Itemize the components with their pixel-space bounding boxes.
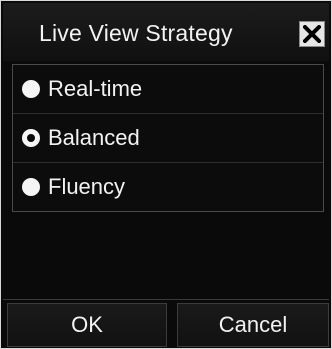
close-button[interactable] bbox=[299, 21, 325, 47]
ok-button[interactable]: OK bbox=[7, 303, 167, 347]
option-balanced[interactable]: Balanced bbox=[13, 114, 323, 163]
option-label-balanced: Balanced bbox=[48, 125, 140, 150]
dialog-titlebar: Live View Strategy bbox=[3, 3, 329, 61]
close-icon bbox=[303, 25, 321, 43]
cancel-button[interactable]: Cancel bbox=[177, 303, 329, 347]
live-view-strategy-dialog: Live View Strategy Real-time Balanced Fl… bbox=[0, 0, 332, 349]
radio-fluency[interactable] bbox=[22, 178, 40, 196]
option-label-fluency: Fluency bbox=[48, 174, 126, 199]
strategy-options: Real-time Balanced Fluency bbox=[12, 64, 324, 212]
radio-balanced[interactable] bbox=[22, 129, 40, 147]
footer-divider bbox=[3, 299, 329, 300]
dialog-title: Live View Strategy bbox=[39, 20, 233, 46]
option-real-time[interactable]: Real-time bbox=[13, 65, 323, 114]
option-fluency[interactable]: Fluency bbox=[13, 163, 323, 212]
radio-real-time[interactable] bbox=[22, 80, 40, 98]
option-label-real-time: Real-time bbox=[48, 76, 143, 101]
